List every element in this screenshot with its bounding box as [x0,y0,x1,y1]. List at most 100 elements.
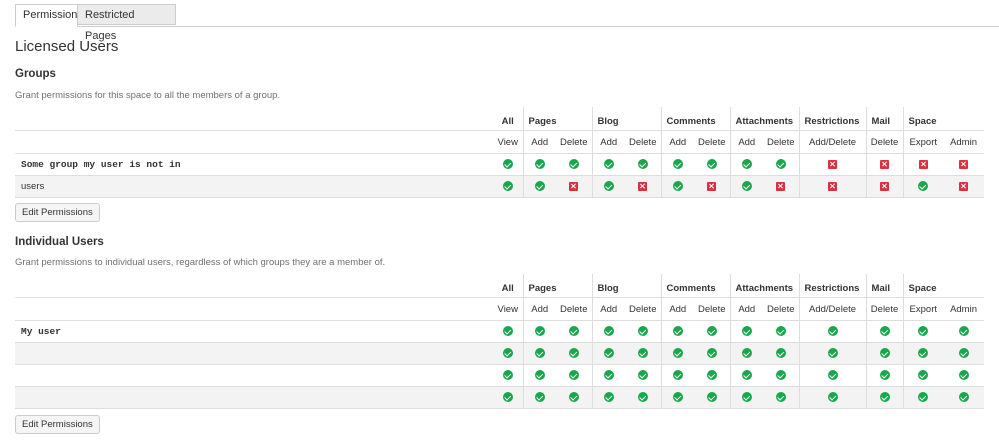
check-circle-icon [534,181,545,192]
groups-permissions-table: All Pages Blog Comments Attachments Restricti… [15,107,985,198]
check-circle-icon [706,348,717,359]
column-header: Delete [694,297,731,321]
column-group-header: Blog [591,107,662,131]
check-circle-icon [568,370,579,381]
check-circle-icon [958,348,969,359]
check-circle-icon [502,159,513,170]
check-circle-icon [741,348,752,359]
check-circle-icon [827,392,838,403]
check-circle-icon [603,370,614,381]
column-header: Delete [625,130,662,154]
column-group-header: Attachments [729,107,800,131]
row-name: users [15,175,493,198]
check-circle-icon [879,370,890,381]
edit-user-permissions-button[interactable]: Edit Permissions [15,415,100,434]
table-row [15,342,985,365]
column-header: View [493,130,523,154]
check-circle-icon [827,326,838,337]
column-group-header: Mail [865,107,904,131]
tab-permissions[interactable]: Permissions [15,4,83,27]
column-header: Add/Delete [798,297,867,321]
check-circle-icon [568,348,579,359]
x-square-icon [880,181,890,191]
check-circle-icon [637,159,648,170]
check-circle-icon [775,392,786,403]
column-group-header: Comments [660,107,731,131]
column-group-header: Restrictions [798,107,867,131]
table-row [15,386,985,409]
check-circle-icon [603,326,614,337]
tab-bar: Permissions Restricted Pages [15,4,999,42]
column-header: Admin [943,297,985,321]
edit-group-permissions-button[interactable]: Edit Permissions [15,203,100,222]
column-header: Delete [556,297,592,321]
check-circle-icon [706,159,717,170]
check-circle-icon [827,370,838,381]
check-circle-icon [918,392,929,403]
check-circle-icon [918,326,929,337]
column-header: Delete [694,130,731,154]
check-circle-icon [672,392,683,403]
check-circle-icon [568,326,579,337]
check-circle-icon [918,348,929,359]
x-square-icon [959,181,969,191]
groups-heading: Groups [15,68,56,80]
check-circle-icon [637,392,648,403]
check-circle-icon [603,392,614,403]
x-square-icon [828,181,838,191]
x-square-icon [828,159,838,169]
column-group-header: Restrictions [798,274,867,298]
column-group-header: Space [902,274,985,298]
column-header: Add [522,297,556,321]
tab-restricted-pages[interactable]: Restricted Pages [78,4,176,42]
column-header: Add [729,130,764,154]
column-header: Add/Delete [798,130,867,154]
column-group-header: Mail [865,274,904,298]
check-circle-icon [672,326,683,337]
x-square-icon [638,181,648,191]
users-permissions-table: All Pages Blog Comments Attachments Restricti… [15,274,985,409]
individual-users-heading: Individual Users [15,236,104,248]
check-circle-icon [958,392,969,403]
table-row: users [15,175,985,198]
column-header: Delete [763,297,800,321]
check-circle-icon [672,159,683,170]
check-circle-icon [879,348,890,359]
check-circle-icon [741,370,752,381]
check-circle-icon [775,159,786,170]
check-circle-icon [672,181,683,192]
check-circle-icon [502,392,513,403]
x-square-icon [569,181,579,191]
check-circle-icon [775,348,786,359]
check-circle-icon [775,370,786,381]
column-header: Delete [865,297,904,321]
check-circle-icon [741,392,752,403]
check-circle-icon [741,181,752,192]
check-circle-icon [534,159,545,170]
column-group-header: All [493,107,523,131]
row-name: My user [15,320,493,343]
check-circle-icon [603,181,614,192]
x-square-icon [918,159,928,169]
column-header: Admin [943,130,985,154]
column-group-header: Comments [660,274,731,298]
check-circle-icon [502,326,513,337]
column-group-header: All [493,274,523,298]
column-header: Delete [763,130,800,154]
column-header: Delete [625,297,662,321]
check-circle-icon [672,348,683,359]
page-title: Licensed Users [15,38,119,55]
check-circle-icon [706,326,717,337]
column-header: Export [902,130,944,154]
check-circle-icon [502,348,513,359]
check-circle-icon [706,392,717,403]
check-circle-icon [502,181,513,192]
groups-description: Grant permissions for this space to all … [15,90,281,101]
check-circle-icon [827,348,838,359]
check-circle-icon [534,326,545,337]
column-group-header: Pages [522,274,592,298]
check-circle-icon [534,348,545,359]
table-row [15,364,985,387]
check-circle-icon [603,348,614,359]
column-header: Delete [556,130,592,154]
